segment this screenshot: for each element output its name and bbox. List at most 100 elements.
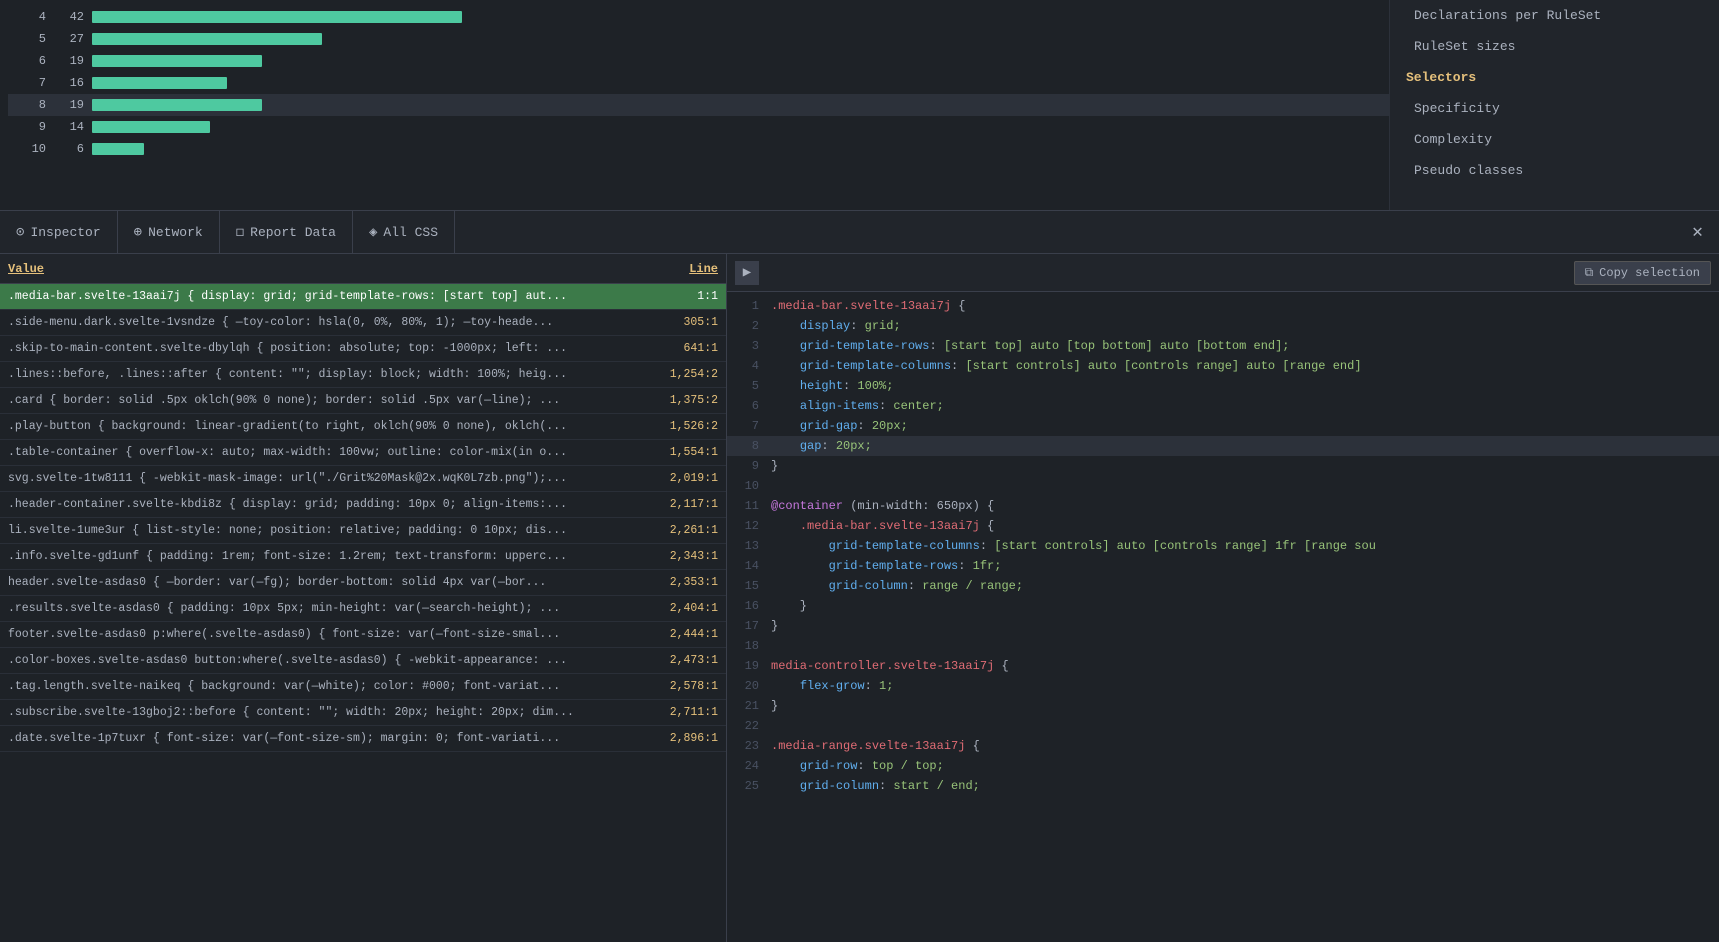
line-number: 19 — [731, 656, 771, 676]
tab-inspector[interactable]: ⊙ Inspector — [0, 211, 118, 253]
line-number: 4 — [731, 356, 771, 376]
selector-row[interactable]: .date.svelte-1p7tuxr { font-size: var(—f… — [0, 726, 726, 752]
code-line-content: @container (min-width: 650px) { — [771, 496, 1715, 516]
line-number: 5 — [731, 376, 771, 396]
sidebar-specificity[interactable]: Specificity — [1390, 93, 1719, 124]
inspector-icon: ⊙ — [16, 224, 24, 241]
code-viewer[interactable]: 1 .media-bar.svelte-13aai7j { 2 display:… — [727, 292, 1719, 942]
selector-row[interactable]: .lines::before, .lines::after { content:… — [0, 362, 726, 388]
chart-row-val: 14 — [54, 120, 84, 134]
selector-row[interactable]: li.svelte-1ume3ur { list-style: none; po… — [0, 518, 726, 544]
chart-row-val: 42 — [54, 10, 84, 24]
selector-text: .play-button { background: linear-gradie… — [0, 420, 646, 433]
selector-text: .tag.length.svelte-naikeq { background: … — [0, 680, 646, 693]
code-line-content: align-items: center; — [771, 396, 1715, 416]
tab-network-label: Network — [148, 225, 203, 240]
line-number: 1 — [731, 296, 771, 316]
close-button[interactable]: ✕ — [1676, 221, 1719, 243]
tab-report-label: Report Data — [250, 225, 336, 240]
copy-selection-button[interactable]: ⧉ Copy selection — [1574, 261, 1711, 285]
selector-row[interactable]: .play-button { background: linear-gradie… — [0, 414, 726, 440]
selector-row[interactable]: svg.svelte-1tw8111 { -webkit-mask-image:… — [0, 466, 726, 492]
selector-row[interactable]: footer.svelte-asdas0 p:where(.svelte-asd… — [0, 622, 726, 648]
code-line: 6 align-items: center; — [727, 396, 1719, 416]
selector-row[interactable]: .table-container { overflow-x: auto; max… — [0, 440, 726, 466]
line-number: 24 — [731, 756, 771, 776]
code-line: 12 .media-bar.svelte-13aai7j { — [727, 516, 1719, 536]
tab-network[interactable]: ⊕ Network — [118, 211, 220, 253]
selector-line: 1,526:2 — [646, 420, 726, 433]
code-line-content: display: grid; — [771, 316, 1715, 336]
code-toolbar: ▶ ⧉ Copy selection — [727, 254, 1719, 292]
code-line: 20 flex-grow: 1; — [727, 676, 1719, 696]
tab-inspector-label: Inspector — [30, 225, 100, 240]
code-line: 24 grid-row: top / top; — [727, 756, 1719, 776]
line-number: 6 — [731, 396, 771, 416]
code-line-content: } — [771, 456, 1715, 476]
expand-icon[interactable]: ▶ — [735, 261, 759, 285]
sidebar-complexity[interactable]: Complexity — [1390, 124, 1719, 155]
selector-row[interactable]: .results.svelte-asdas0 { padding: 10px 5… — [0, 596, 726, 622]
code-line: 3 grid-template-rows: [start top] auto [… — [727, 336, 1719, 356]
line-number: 12 — [731, 516, 771, 536]
selector-line: 641:1 — [646, 342, 726, 355]
network-icon: ⊕ — [134, 224, 142, 241]
selector-line: 2,444:1 — [646, 628, 726, 641]
column-line: Line — [646, 262, 726, 276]
line-number: 9 — [731, 456, 771, 476]
code-line: 15 grid-column: range / range; — [727, 576, 1719, 596]
selector-row[interactable]: header.svelte-asdas0 { —border: var(—fg)… — [0, 570, 726, 596]
selector-text: .side-menu.dark.svelte-1vsndze { —toy-co… — [0, 316, 646, 329]
sidebar-ruleset-sizes[interactable]: RuleSet sizes — [1390, 31, 1719, 62]
code-line-content: height: 100%; — [771, 376, 1715, 396]
code-line-content: .media-range.svelte-13aai7j { — [771, 736, 1715, 756]
selector-row[interactable]: .color-boxes.svelte-asdas0 button:where(… — [0, 648, 726, 674]
selector-row[interactable]: .skip-to-main-content.svelte-dbylqh { po… — [0, 336, 726, 362]
chart-bar — [92, 99, 262, 111]
chart-row-num: 5 — [16, 32, 46, 46]
line-number: 11 — [731, 496, 771, 516]
selector-text: .lines::before, .lines::after { content:… — [0, 368, 646, 381]
selector-row[interactable]: .subscribe.svelte-13gboj2::before { cont… — [0, 700, 726, 726]
selector-row[interactable]: .card { border: solid .5px oklch(90% 0 n… — [0, 388, 726, 414]
chart-bar — [92, 55, 262, 67]
selector-text: .subscribe.svelte-13gboj2::before { cont… — [0, 706, 646, 719]
code-line: 4 grid-template-columns: [start controls… — [727, 356, 1719, 376]
code-line-content: } — [771, 696, 1715, 716]
selector-row[interactable]: .info.svelte-gd1unf { padding: 1rem; fon… — [0, 544, 726, 570]
selector-row[interactable]: .media-bar.svelte-13aai7j { display: gri… — [0, 284, 726, 310]
selector-row[interactable]: .header-container.svelte-kbdi8z { displa… — [0, 492, 726, 518]
sidebar-selectors-header: Selectors — [1390, 62, 1719, 93]
sidebar-pseudo-classes[interactable]: Pseudo classes — [1390, 155, 1719, 186]
selector-text: .skip-to-main-content.svelte-dbylqh { po… — [0, 342, 646, 355]
code-line: 9 } — [727, 456, 1719, 476]
selector-row[interactable]: .side-menu.dark.svelte-1vsndze { —toy-co… — [0, 310, 726, 336]
line-number: 14 — [731, 556, 771, 576]
code-line-content: grid-column: range / range; — [771, 576, 1715, 596]
code-line: 17 } — [727, 616, 1719, 636]
code-line: 22 — [727, 716, 1719, 736]
tab-report-data[interactable]: ◻ Report Data — [220, 211, 353, 253]
main-content: Value Line .media-bar.svelte-13aai7j { d… — [0, 254, 1719, 942]
chart-bar — [92, 143, 144, 155]
selector-line: 2,711:1 — [646, 706, 726, 719]
selector-row[interactable]: .tag.length.svelte-naikeq { background: … — [0, 674, 726, 700]
code-line-content: gap: 20px; — [771, 436, 1715, 456]
line-number: 7 — [731, 416, 771, 436]
selector-text: svg.svelte-1tw8111 { -webkit-mask-image:… — [0, 472, 646, 485]
selector-line: 305:1 — [646, 316, 726, 329]
chart-bar — [92, 121, 210, 133]
line-number: 3 — [731, 336, 771, 356]
chart-row-num: 4 — [16, 10, 46, 24]
code-line: 14 grid-template-rows: 1fr; — [727, 556, 1719, 576]
selector-line: 2,117:1 — [646, 498, 726, 511]
chart-row-val: 19 — [54, 98, 84, 112]
chart-row-val: 27 — [54, 32, 84, 46]
line-number: 20 — [731, 676, 771, 696]
code-line: 10 — [727, 476, 1719, 496]
code-line-content: grid-template-columns: [start controls] … — [771, 356, 1715, 376]
selector-line: 2,353:1 — [646, 576, 726, 589]
selectors-list: .media-bar.svelte-13aai7j { display: gri… — [0, 284, 726, 942]
sidebar-declarations[interactable]: Declarations per RuleSet — [1390, 0, 1719, 31]
tab-all-css[interactable]: ◈ All CSS — [353, 211, 455, 253]
